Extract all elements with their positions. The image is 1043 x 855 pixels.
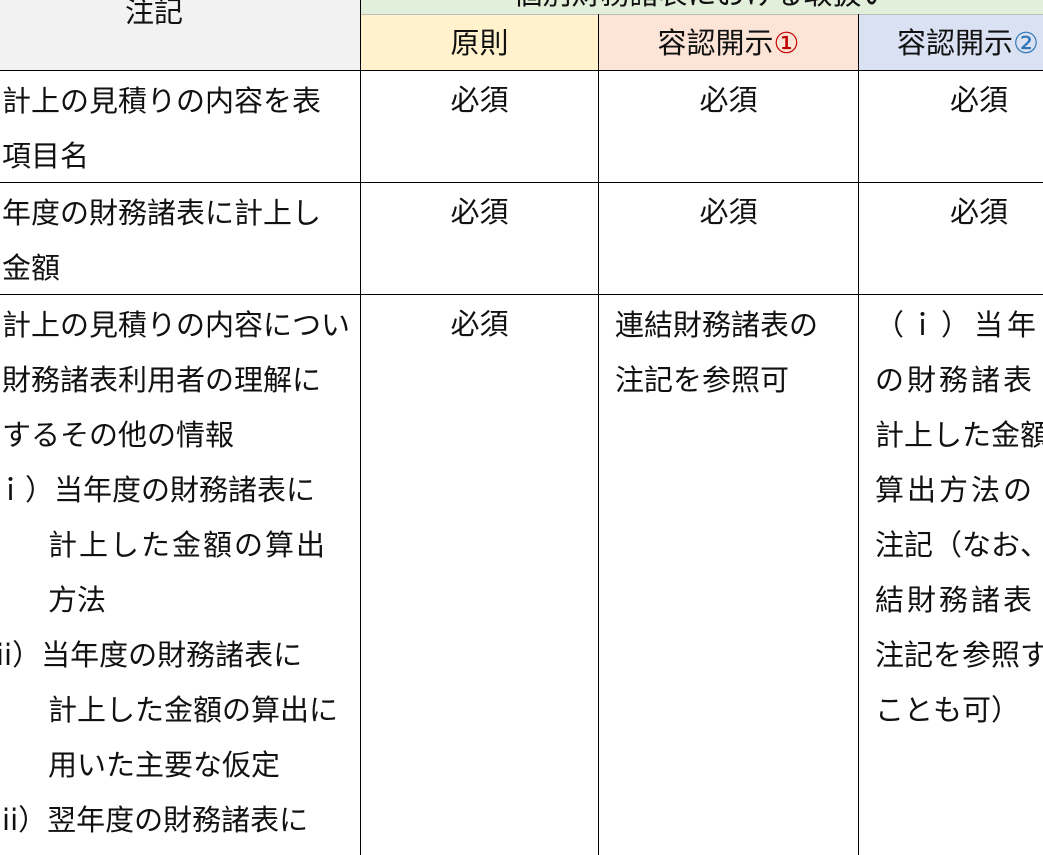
row-3-notes-line-1: 計上の見積りの内容につい: [2, 308, 351, 342]
row-3-yonin1-line-1: 連結財務諸表の: [615, 308, 819, 342]
row-3-yonin2-line-1: （ｉ）当年: [875, 308, 1041, 342]
yonin2-mark: ②: [1013, 26, 1040, 60]
row-3-gensoku: 必須: [450, 307, 509, 341]
row-3-yonin2: （ｉ）当年 の財務諸表 計上した金額 算出方法の 注記（なお、 結財務諸表 注記…: [859, 295, 1043, 855]
row-3-yonin2-line-2: の財務諸表: [875, 363, 1036, 397]
row-3-notes-line-10: iii）翌年度の財務諸表に: [0, 803, 309, 837]
header-yonin2-label: 容認開示②: [897, 20, 1043, 66]
row-3-yonin1: 連結財務諸表の 注記を参照可: [599, 295, 858, 855]
disclosure-table: 注記 個別財務諸表における取扱い 原則 容認開示① 容認開示② 計上の見積りの内…: [0, 0, 1043, 855]
yonin1-text: 容認開示: [657, 26, 774, 60]
row-3-yonin1-line-2: 注記を参照可: [615, 363, 790, 397]
row-1-notes-line-2: 項目名: [2, 139, 90, 173]
row-3-notes-line-8: 計上した金額の算出に: [48, 693, 339, 727]
header-gensoku-label: 原則: [450, 26, 509, 60]
row-2-yonin1: 必須: [699, 195, 758, 229]
yonin2-text: 容認開示: [897, 26, 1014, 60]
row-3-yonin2-line-7: 注記を参照す: [875, 638, 1043, 672]
header-super-label: 個別財務諸表における取扱い: [361, 0, 1043, 14]
grid-line-v-yonin1: [858, 14, 859, 855]
row-3-yonin2-line-4: 算出方法の: [875, 473, 1036, 507]
row-1-notes: 計上の見積りの内容を表 項目名: [0, 71, 360, 182]
row-3-notes-line-9: 用いた主要な仮定: [48, 748, 281, 782]
row-2-notes-line-1: 年度の財務諸表に計上し: [2, 196, 322, 230]
yonin1-mark: ①: [773, 26, 800, 60]
row-2-notes-line-2: 金額: [2, 251, 61, 285]
row-3-notes: 計上の見積りの内容につい 財務諸表利用者の理解に するその他の情報 ｉ）当年度の…: [0, 295, 360, 855]
row-3-yonin2-line-8: ことも可）: [875, 693, 1021, 727]
row-3-yonin2-line-6: 結財務諸表: [875, 583, 1036, 617]
header-yonin1-label: 容認開示①: [599, 20, 858, 66]
row-3-yonin2-line-3: 計上した金額: [875, 418, 1043, 452]
grid-line-h-row2: [0, 294, 1043, 295]
grid-line-v-gensoku: [598, 14, 599, 855]
row-2-yonin2: 必須: [949, 195, 1008, 229]
row-3-notes-line-5: 計上した金額の算出: [48, 528, 328, 562]
grid-line-h-row1: [0, 182, 1043, 183]
row-2-gensoku: 必須: [450, 195, 509, 229]
row-2-notes: 年度の財務諸表に計上し 金額: [0, 183, 360, 294]
row-3-notes-line-2: 財務諸表利用者の理解に: [2, 363, 322, 397]
grid-line-v-notes: [360, 0, 361, 855]
row-1-yonin2: 必須: [949, 83, 1008, 117]
row-1-yonin1: 必須: [699, 83, 758, 117]
header-notes-label: 注記: [124, 0, 183, 29]
row-1-notes-line-1: 計上の見積りの内容を表: [2, 84, 322, 118]
row-3-notes-line-7: ii）当年度の財務諸表に: [0, 638, 303, 672]
grid-line-h-super: [361, 14, 1043, 15]
grid-line-h-header: [0, 70, 1043, 71]
row-3-yonin2-line-5: 注記（なお、: [875, 528, 1043, 562]
row-3-notes-line-4: ｉ）当年度の財務諸表に: [0, 473, 316, 507]
row-3-notes-line-3: するその他の情報: [2, 418, 235, 452]
row-1-gensoku: 必須: [450, 83, 509, 117]
row-3-notes-line-6: 方法: [48, 583, 107, 617]
